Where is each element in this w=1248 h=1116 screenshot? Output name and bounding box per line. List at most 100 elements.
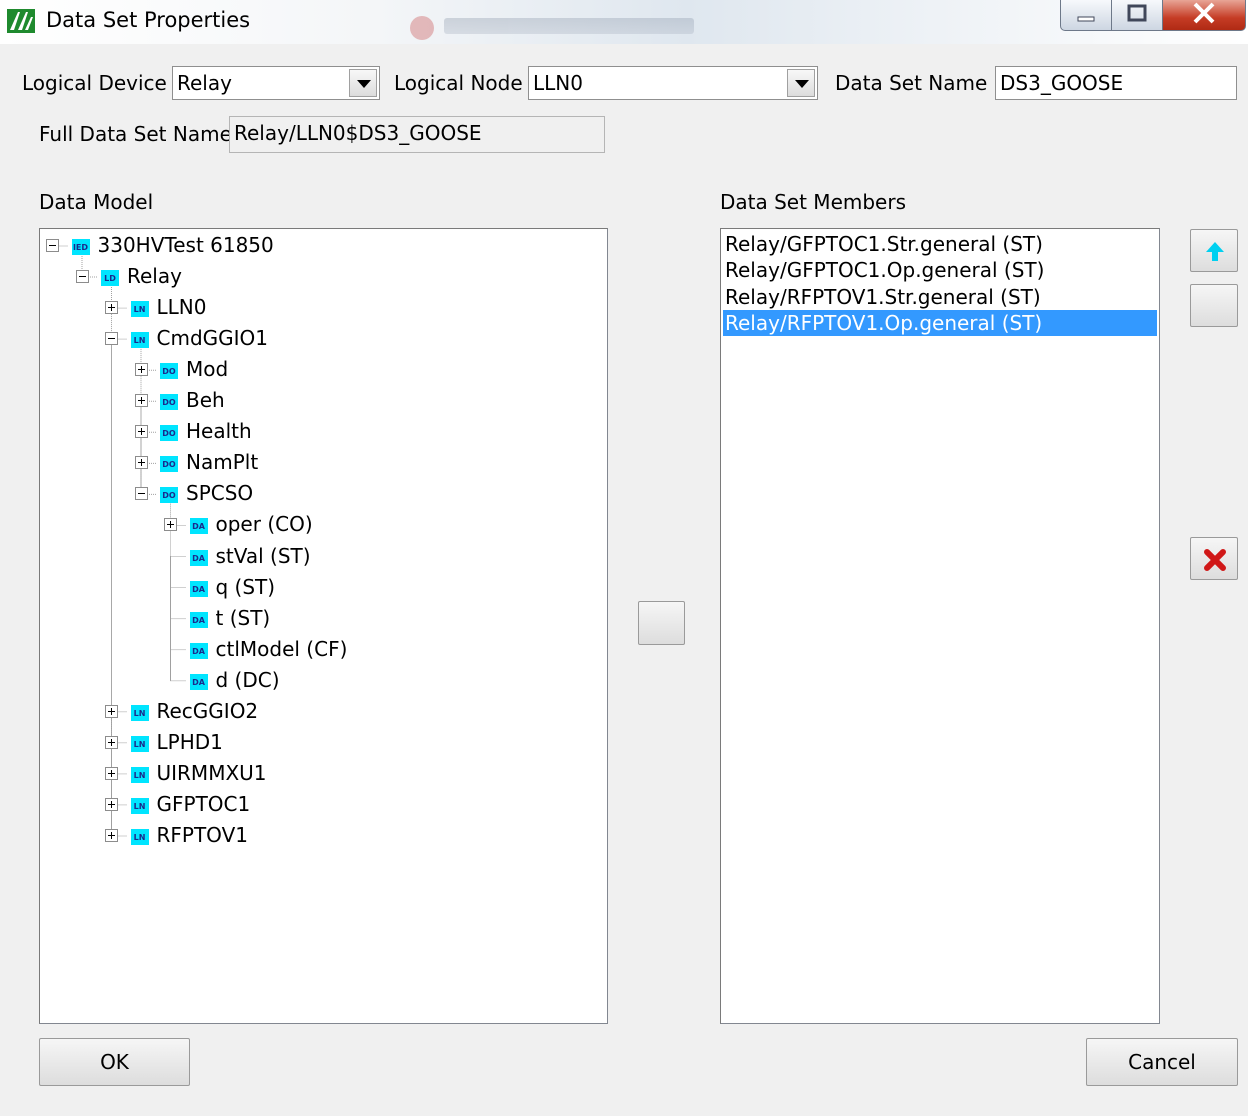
ln-badge-icon: LN [130, 797, 149, 814]
tree-node-label: oper (CO) [215, 512, 313, 537]
list-item[interactable]: Relay/RFPTOV1.Str.general (ST) [723, 284, 1157, 310]
full-data-set-name-field: Relay/LLN0$DS3_GOOSE [229, 116, 605, 153]
collapse-minus-icon[interactable] [105, 332, 118, 346]
tree-node-label: LLN0 [156, 295, 207, 320]
tree-node[interactable]: DA d (DC) [40, 668, 600, 694]
tree-node-label: CmdGGIO1 [156, 326, 269, 351]
logical-device-value: Relay [177, 71, 232, 95]
tree-node-label: Beh [186, 388, 225, 413]
tree-node[interactable]: DO Beh [40, 388, 600, 414]
title-bar[interactable]: Data Set Properties [0, 0, 1248, 44]
full-data-set-name-value: Relay/LLN0$DS3_GOOSE [234, 121, 482, 145]
expand-plus-icon[interactable] [105, 704, 118, 718]
data-model-tree[interactable]: IED 330HVTest 61850 LD Relay LN LLN0 LN CmdGGIO… [39, 228, 608, 1024]
list-item[interactable]: Relay/RFPTOV1.Op.general (ST) [723, 309, 1157, 336]
data-set-name-value: DS3_GOOSE [1000, 71, 1124, 95]
logical-node-combo[interactable]: LLN0 [528, 66, 818, 100]
expand-plus-icon[interactable] [105, 797, 118, 811]
move-up-button[interactable] [1190, 229, 1238, 272]
minimize-button[interactable] [1060, 0, 1112, 31]
expand-plus-icon[interactable] [134, 363, 148, 377]
tree-node[interactable]: IED 330HVTest 61850 [40, 233, 600, 259]
data-set-name-input[interactable]: DS3_GOOSE [995, 66, 1237, 100]
tree-node[interactable]: LN RFPTOV1 [40, 823, 600, 849]
tree-node-label: t (ST) [215, 605, 271, 630]
full-data-set-name-label: Full Data Set Name [39, 122, 232, 146]
maximize-button[interactable] [1111, 0, 1163, 31]
cancel-button-label: Cancel [1128, 1050, 1196, 1074]
expand-plus-icon[interactable] [134, 456, 148, 470]
tree-node[interactable]: LN LLN0 [40, 295, 600, 321]
collapse-minus-icon[interactable] [46, 239, 59, 252]
arrow-up-icon [1206, 242, 1224, 261]
tree-node[interactable]: LN RecGGIO2 [40, 699, 600, 725]
expand-plus-icon[interactable] [105, 828, 118, 842]
tree-node-label: Mod [186, 357, 229, 382]
tree-node-label: SPCSO [186, 481, 254, 506]
tree-node[interactable]: DO NamPlt [40, 450, 600, 476]
ok-button[interactable]: OK [39, 1038, 190, 1086]
ln-badge-icon: LN [130, 766, 149, 783]
data-set-members-label: Data Set Members [720, 190, 906, 214]
ied-badge-icon: IED [71, 239, 90, 255]
do-badge-icon: DO [160, 394, 178, 411]
logical-node-dropdown-button[interactable] [787, 69, 815, 97]
ok-button-label: OK [100, 1050, 129, 1074]
add-member-button[interactable] [638, 601, 685, 645]
expand-plus-icon[interactable] [105, 301, 118, 315]
do-badge-icon: DO [160, 363, 178, 380]
collapse-minus-icon[interactable] [134, 487, 148, 501]
tree-node-label: q (ST) [215, 574, 276, 599]
tree-node[interactable]: DO Health [40, 419, 600, 445]
logical-device-combo[interactable]: Relay [172, 66, 380, 100]
expand-plus-icon[interactable] [134, 394, 148, 408]
chevron-down-icon [795, 80, 809, 88]
data-set-members-list[interactable]: Relay/GFPTOC1.Str.general (ST) Relay/GFPT… [720, 228, 1160, 1024]
window-title: Data Set Properties [46, 8, 251, 32]
data-model-label: Data Model [39, 190, 154, 214]
tree-node-label: GFPTOC1 [156, 791, 251, 816]
logical-device-label: Logical Device [22, 71, 167, 95]
delete-member-button[interactable] [1190, 537, 1238, 580]
do-badge-icon: DO [160, 425, 178, 442]
tree-node[interactable]: LN GFPTOC1 [40, 792, 600, 818]
logical-node-value: LLN0 [533, 71, 583, 95]
delete-x-icon [1204, 549, 1226, 571]
da-badge-icon: DA [189, 580, 208, 597]
do-badge-icon: DO [160, 456, 178, 473]
tree-node-label: Relay [127, 264, 182, 289]
list-item[interactable]: Relay/GFPTOC1.Str.general (ST) [723, 231, 1157, 257]
tree-node[interactable]: DA stVal (ST) [40, 544, 600, 570]
expand-plus-icon[interactable] [105, 735, 118, 749]
tree-node[interactable]: DA ctlModel (CF) [40, 637, 600, 663]
expand-plus-icon[interactable] [134, 425, 148, 439]
do-badge-icon: DO [160, 487, 178, 504]
tree-node-label: d (DC) [215, 667, 280, 692]
collapse-minus-icon[interactable] [75, 270, 89, 284]
expand-plus-icon[interactable] [164, 518, 177, 532]
tree-node-label: NamPlt [186, 450, 259, 475]
tree-node[interactable]: DO Mod [40, 357, 600, 383]
tree-node-label: Health [186, 419, 252, 444]
cancel-button[interactable]: Cancel [1086, 1038, 1238, 1086]
data-set-name-label: Data Set Name [835, 71, 988, 95]
da-badge-icon: DA [189, 673, 208, 690]
tree-node-label: UIRMMXU1 [156, 760, 267, 785]
tree-node[interactable]: LD Relay [40, 264, 600, 290]
close-button[interactable] [1162, 0, 1246, 31]
tree-node[interactable]: LN LPHD1 [40, 730, 600, 756]
tree-node[interactable]: DO SPCSO [40, 481, 600, 507]
logical-device-dropdown-button[interactable] [349, 69, 377, 97]
tree-node[interactable]: DA oper (CO) [40, 512, 600, 538]
move-down-button[interactable] [1190, 284, 1238, 327]
expand-plus-icon[interactable] [105, 766, 118, 780]
tree-node[interactable]: LN UIRMMXU1 [40, 761, 600, 787]
list-item[interactable]: Relay/GFPTOC1.Op.general (ST) [723, 257, 1157, 283]
ln-badge-icon: LN [130, 332, 149, 349]
tree-node[interactable]: DA t (ST) [40, 606, 600, 632]
app-logo-icon [7, 9, 35, 33]
background-window-ghost [410, 14, 710, 42]
tree-node[interactable]: DA q (ST) [40, 575, 600, 601]
tree-node-label: LPHD1 [156, 729, 223, 754]
tree-node[interactable]: LN CmdGGIO1 [40, 326, 600, 352]
